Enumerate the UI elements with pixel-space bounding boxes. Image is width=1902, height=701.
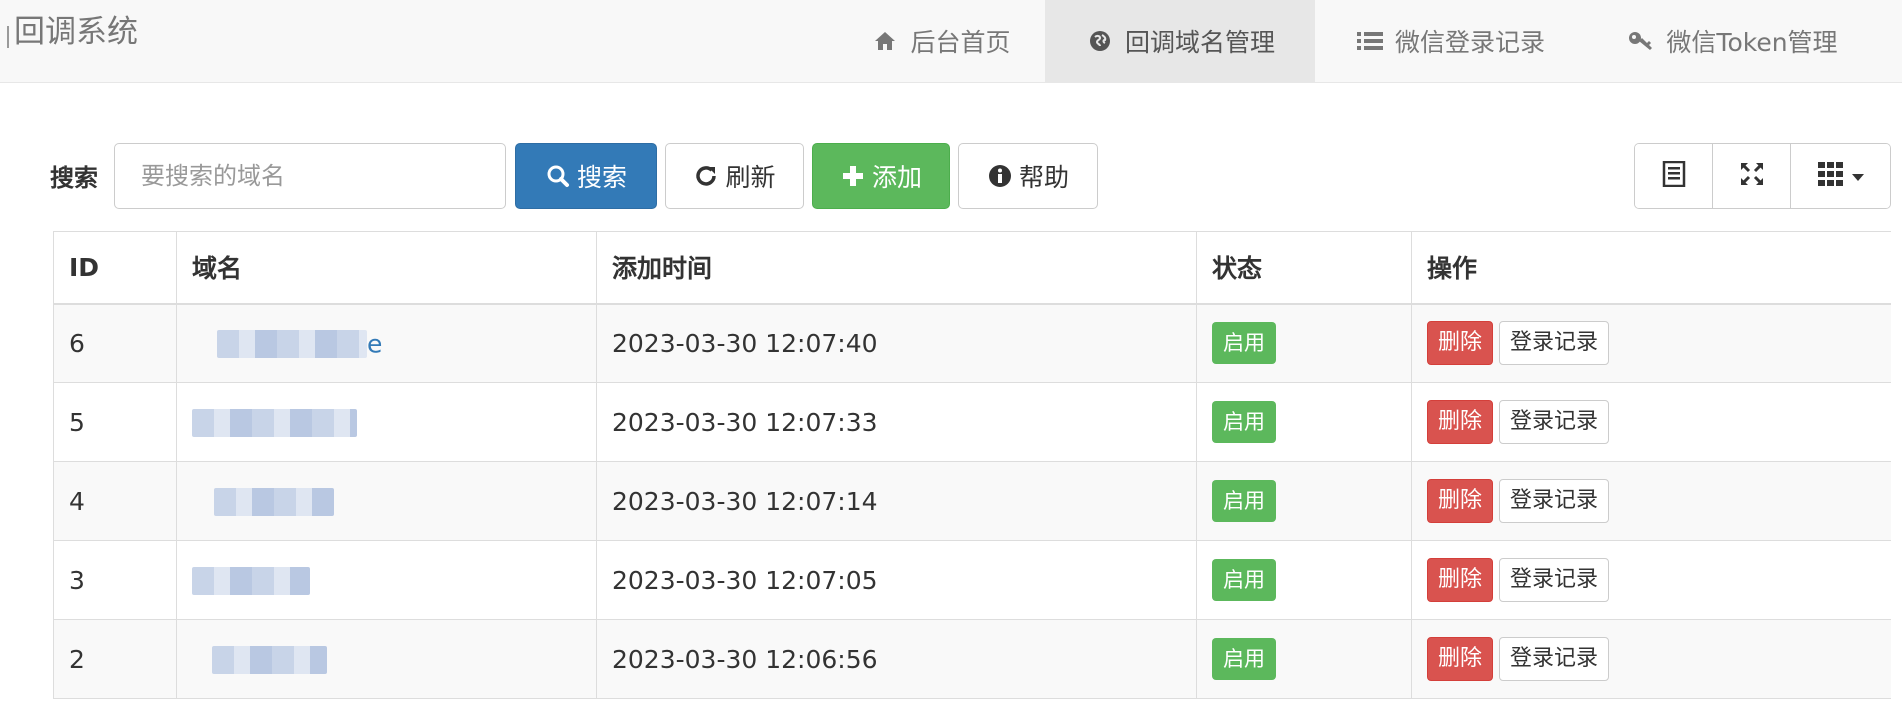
key-icon xyxy=(1626,26,1656,56)
columns-icon xyxy=(1817,162,1844,190)
table-row: 3 2023-03-30 12:07:05 启用 删除 登录记录 xyxy=(53,540,1891,620)
search-button[interactable]: 搜索 xyxy=(515,143,657,209)
search-label: 搜索 xyxy=(50,164,98,192)
login-log-button[interactable]: 登录记录 xyxy=(1499,321,1610,366)
cell-actions: 删除 登录记录 xyxy=(1411,382,1891,462)
redacted-domain xyxy=(212,645,327,674)
nav-item-home[interactable]: 后台首页 xyxy=(848,0,1033,82)
globe-icon xyxy=(1085,26,1115,56)
nav-item-wechat-login-log-label: 微信登录记录 xyxy=(1394,28,1545,57)
column-header-status[interactable]: 状态 xyxy=(1196,231,1412,305)
add-button[interactable]: 添加 xyxy=(812,143,950,209)
search-button-label: 搜索 xyxy=(576,163,627,192)
cell-added-time: 2023-03-30 12:06:56 xyxy=(596,619,1197,699)
add-button-label: 添加 xyxy=(871,163,922,192)
delete-button[interactable]: 删除 xyxy=(1427,479,1494,523)
delete-button[interactable]: 删除 xyxy=(1427,637,1494,681)
cell-actions: 删除 登录记录 xyxy=(1411,303,1891,383)
cell-domain[interactable] xyxy=(176,540,597,620)
cell-domain[interactable] xyxy=(176,382,597,462)
cell-added-time: 2023-03-30 12:07:05 xyxy=(596,540,1197,620)
login-log-button[interactable]: 登录记录 xyxy=(1499,479,1610,523)
card-view-icon xyxy=(1662,160,1686,191)
cell-domain[interactable] xyxy=(176,619,597,699)
plus-icon xyxy=(840,163,866,189)
cell-added-time: 2023-03-30 12:07:40 xyxy=(596,303,1197,383)
cell-status: 启用 xyxy=(1196,461,1412,541)
login-log-button[interactable]: 登录记录 xyxy=(1499,558,1610,602)
search-input[interactable] xyxy=(114,143,506,209)
cell-id: 2 xyxy=(53,619,177,699)
cell-id: 6 xyxy=(53,303,177,383)
domain-link[interactable]: e xyxy=(367,330,382,359)
cell-status: 启用 xyxy=(1196,382,1412,462)
nav-item-callback-domains-label: 回调域名管理 xyxy=(1124,28,1275,57)
view-controls xyxy=(1634,143,1891,209)
cell-actions: 删除 登录记录 xyxy=(1411,540,1891,620)
domain-table: ID 域名 添加时间 状态 操作 6 e 2023-03-30 12:07:40… xyxy=(53,231,1891,699)
delete-button[interactable]: 删除 xyxy=(1427,400,1494,444)
cell-status: 启用 xyxy=(1196,540,1412,620)
nav-item-wechat-token-label: 微信Token管理 xyxy=(1666,28,1838,57)
app-brand[interactable]: 回调系统 xyxy=(14,10,138,54)
home-icon xyxy=(870,26,900,56)
column-header-domain[interactable]: 域名 xyxy=(176,231,597,305)
redacted-domain xyxy=(217,330,367,358)
table-row: 5 2023-03-30 12:07:33 启用 删除 登录记录 xyxy=(53,382,1891,462)
help-button-label: 帮助 xyxy=(1018,163,1069,192)
redacted-domain xyxy=(192,408,357,437)
cell-id: 5 xyxy=(53,382,177,462)
status-badge: 启用 xyxy=(1212,401,1276,443)
status-badge: 启用 xyxy=(1212,480,1276,522)
cell-actions: 删除 登录记录 xyxy=(1411,461,1891,541)
columns-dropdown-button[interactable] xyxy=(1791,144,1890,208)
redacted-domain xyxy=(214,487,334,516)
card-view-button[interactable] xyxy=(1635,144,1713,208)
brand-edge xyxy=(7,26,9,48)
info-icon xyxy=(987,163,1013,189)
cell-actions: 删除 登录记录 xyxy=(1411,619,1891,699)
login-log-button[interactable]: 登录记录 xyxy=(1499,400,1610,444)
nav-item-callback-domains[interactable]: 回调域名管理 xyxy=(1045,0,1315,82)
help-button[interactable]: 帮助 xyxy=(958,143,1098,209)
cell-id: 3 xyxy=(53,540,177,620)
search-icon xyxy=(545,163,571,189)
table-row: 4 2023-03-30 12:07:14 启用 删除 登录记录 xyxy=(53,461,1891,541)
caret-down-icon xyxy=(1851,167,1864,186)
table-row: 6 e 2023-03-30 12:07:40 启用 删除 登录记录 xyxy=(53,303,1891,383)
nav-item-wechat-token[interactable]: 微信Token管理 xyxy=(1597,0,1867,82)
refresh-icon xyxy=(693,163,719,189)
delete-button[interactable]: 删除 xyxy=(1427,321,1494,366)
top-navbar: 回调系统 后台首页 回调域名管理 微信登录记录 微信Token管理 xyxy=(0,0,1902,83)
cell-domain[interactable] xyxy=(176,461,597,541)
status-badge: 启用 xyxy=(1212,322,1276,365)
cell-id: 4 xyxy=(53,461,177,541)
cell-status: 启用 xyxy=(1196,303,1412,383)
cell-status: 启用 xyxy=(1196,619,1412,699)
nav-item-home-label: 后台首页 xyxy=(910,28,1011,57)
list-icon xyxy=(1355,26,1385,56)
cell-added-time: 2023-03-30 12:07:14 xyxy=(596,461,1197,541)
redacted-domain xyxy=(192,566,310,595)
column-header-actions[interactable]: 操作 xyxy=(1411,231,1891,305)
delete-button[interactable]: 删除 xyxy=(1427,558,1494,602)
table-row: 2 2023-03-30 12:06:56 启用 删除 登录记录 xyxy=(53,619,1891,699)
refresh-button[interactable]: 刷新 xyxy=(665,143,804,209)
nav-item-wechat-login-log[interactable]: 微信登录记录 xyxy=(1330,0,1570,82)
column-header-id[interactable]: ID xyxy=(53,231,177,305)
status-badge: 启用 xyxy=(1212,638,1276,680)
domain-table-container: ID 域名 添加时间 状态 操作 6 e 2023-03-30 12:07:40… xyxy=(53,231,1891,701)
cell-domain[interactable]: e xyxy=(176,303,597,383)
fullscreen-icon xyxy=(1739,161,1765,191)
refresh-button-label: 刷新 xyxy=(725,163,776,192)
table-header-row: ID 域名 添加时间 状态 操作 xyxy=(53,231,1891,305)
status-badge: 启用 xyxy=(1212,559,1276,601)
column-header-added-time[interactable]: 添加时间 xyxy=(596,231,1197,305)
login-log-button[interactable]: 登录记录 xyxy=(1499,637,1610,681)
cell-added-time: 2023-03-30 12:07:33 xyxy=(596,382,1197,462)
fullscreen-button[interactable] xyxy=(1713,144,1791,208)
